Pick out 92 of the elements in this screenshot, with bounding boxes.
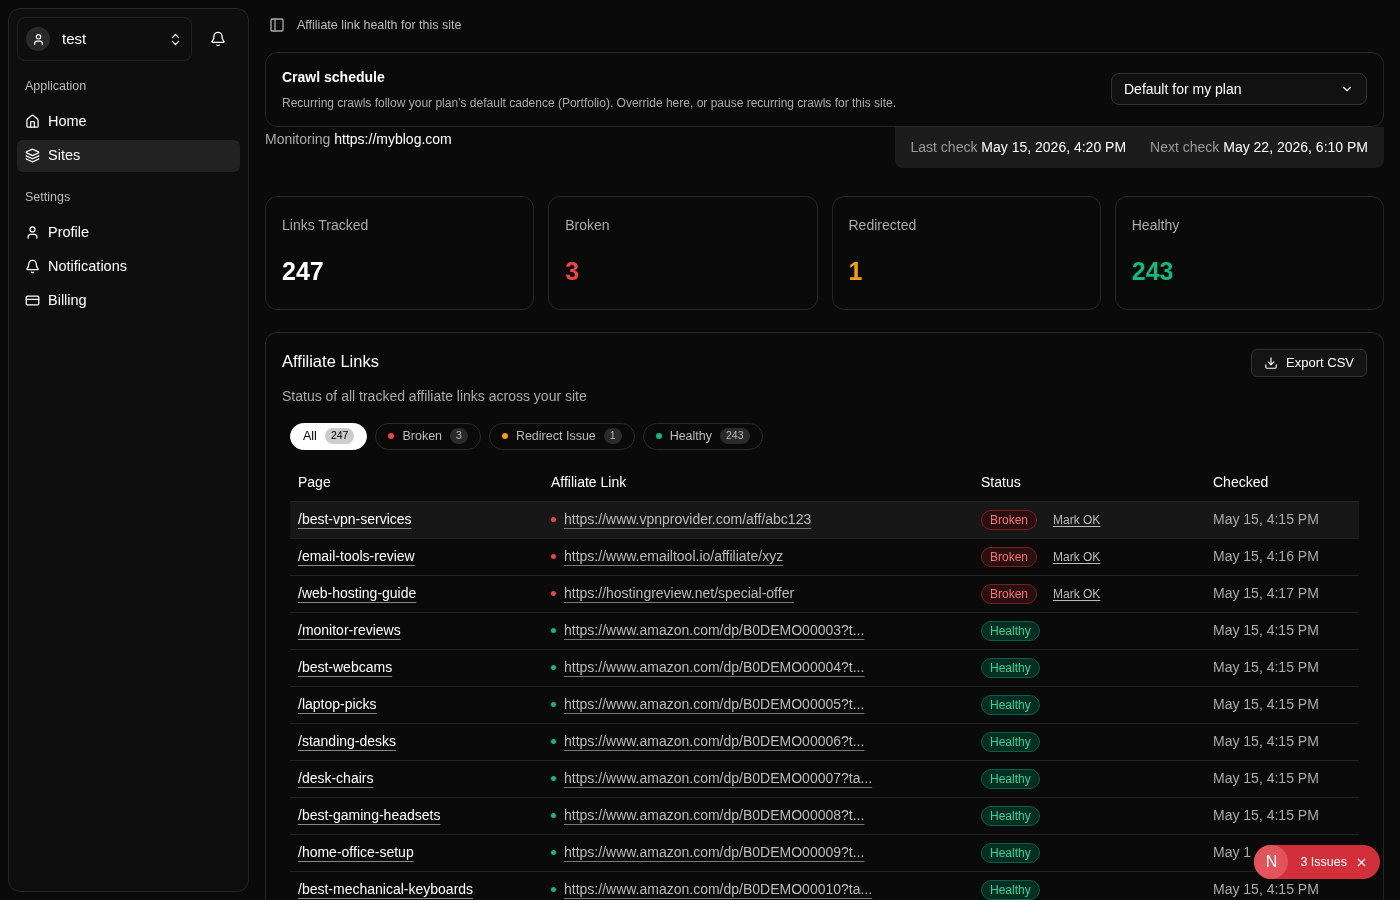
export-csv-button[interactable]: Export CSV [1251, 348, 1367, 377]
bell-icon [25, 259, 40, 274]
section-title: Settings [24, 188, 72, 206]
card-title: Crawl schedule [282, 67, 386, 87]
stat-value: 247 [282, 256, 325, 288]
page-header-title: Affiliate link health for this site [297, 17, 462, 34]
issues-label: 3 Issues [1300, 853, 1347, 871]
count-badge: 243 [720, 428, 750, 444]
affiliate-link[interactable]: https://www.emailtool.io/affiliate/xyz [564, 546, 784, 567]
status-badge: Broken [981, 546, 1038, 567]
checked-time: May 1 [1213, 843, 1252, 862]
stat-label: Redirected [848, 215, 918, 235]
filter-tab[interactable]: All 247 [290, 422, 368, 450]
mark-ok-link[interactable]: Mark OK [1053, 584, 1101, 603]
home-icon [25, 114, 40, 130]
card-icon [25, 293, 40, 308]
sidebar-item[interactable]: Home [17, 105, 240, 138]
count-badge: 3 [450, 428, 468, 444]
page-link[interactable]: /desk-chairs [298, 768, 374, 789]
column-header: Checked [1205, 463, 1359, 502]
page-link[interactable]: /standing-desks [298, 731, 397, 752]
stat-label: Broken [565, 215, 611, 235]
checked-time: May 15, 4:15 PM [1213, 732, 1319, 751]
status-badge: Healthy [981, 731, 1040, 752]
affiliate-link[interactable]: https://www.amazon.com/dp/B0DEMO00007?ta... [564, 768, 873, 789]
affiliate-link[interactable]: https://www.amazon.com/dp/B0DEMO00009?t... [564, 842, 865, 863]
affiliate-link[interactable]: https://www.amazon.com/dp/B0DEMO00006?t... [564, 731, 865, 752]
checked-time: May 15, 4:15 PM [1213, 769, 1319, 788]
status-badge: Healthy [981, 805, 1040, 826]
column-header: Status [973, 463, 1205, 502]
status-badge: Healthy [981, 842, 1040, 863]
page-link[interactable]: /laptop-picks [298, 694, 377, 715]
panel-subtitle: Status of all tracked affiliate links across your site [282, 386, 587, 406]
issues-toast[interactable]: N 3 Issues [1254, 845, 1380, 879]
page-link[interactable]: /best-gaming-headsets [298, 805, 441, 826]
affiliate-link[interactable]: https://www.amazon.com/dp/B0DEMO00005?t... [564, 694, 865, 715]
mark-ok-link[interactable]: Mark OK [1053, 510, 1101, 529]
status-badge: Healthy [981, 768, 1040, 789]
affiliate-link[interactable]: https://hostingreview.net/special-offer [564, 583, 795, 604]
status-badge: Healthy [981, 620, 1040, 641]
affiliate-link[interactable]: https://www.amazon.com/dp/B0DEMO00008?t... [564, 805, 865, 826]
download-icon [1264, 355, 1279, 370]
column-header: Affiliate Link [543, 463, 973, 502]
layers-icon [25, 148, 40, 164]
user-icon [25, 225, 40, 240]
page-link[interactable]: /monitor-reviews [298, 620, 401, 641]
status-badge: Broken [981, 583, 1038, 604]
page-link[interactable]: /best-mechanical-keyboards [298, 879, 474, 900]
affiliate-link[interactable]: https://www.amazon.com/dp/B0DEMO00010?ta... [564, 879, 873, 900]
schedule-select[interactable]: Default for my plan [1111, 73, 1367, 106]
next-check-text: Next check May 22, 2026, 6:10 PM [1150, 137, 1368, 157]
page-link[interactable]: /home-office-setup [298, 842, 414, 863]
account-switcher[interactable]: test [17, 17, 192, 61]
card-description: Recurring crawls follow your plan’s default cadence (Portfolio). Override here, or pause recurring crawls for this site. [282, 94, 897, 112]
sidebar-item[interactable]: Profile [17, 216, 240, 249]
checked-time: May 15, 4:15 PM [1213, 806, 1319, 825]
page-link[interactable]: /email-tools-review [298, 546, 415, 567]
mark-ok-link[interactable]: Mark OK [1053, 547, 1101, 566]
checked-time: May 15, 4:15 PM [1213, 880, 1319, 899]
checked-time: May 15, 4:17 PM [1213, 584, 1319, 603]
status-badge: Healthy [981, 657, 1040, 678]
sidebar-item[interactable]: Sites [17, 139, 240, 172]
panel-title: Affiliate Links [282, 350, 380, 372]
checked-time: May 15, 4:15 PM [1213, 510, 1319, 529]
count-badge: 1 [603, 428, 622, 444]
affiliate-link[interactable]: https://www.amazon.com/dp/B0DEMO00003?t... [564, 620, 865, 641]
bell-icon [210, 31, 226, 47]
checked-time: May 15, 4:15 PM [1213, 621, 1319, 640]
sidebar-item[interactable]: Billing [17, 284, 240, 317]
stat-value: 243 [1131, 256, 1175, 288]
logo-badge: N [1254, 845, 1289, 879]
checked-time: May 15, 4:15 PM [1213, 695, 1319, 714]
checked-time: May 15, 4:16 PM [1213, 547, 1319, 566]
affiliate-link[interactable]: https://www.amazon.com/dp/B0DEMO00004?t... [564, 657, 865, 678]
section-title: Application [24, 78, 88, 95]
checked-time: May 15, 4:15 PM [1213, 658, 1319, 677]
avatar-icon [26, 27, 50, 51]
page-link[interactable]: /web-hosting-guide [298, 583, 417, 604]
count-badge: 247 [324, 428, 355, 444]
stat-value: 1 [848, 256, 864, 288]
last-check-text: Last check May 15, 2026, 4:20 PM [910, 137, 1127, 157]
status-badge: Healthy [981, 879, 1040, 900]
stat-value: 3 [565, 256, 581, 288]
sidebar-item[interactable]: Notifications [17, 250, 240, 283]
status-badge: Broken [981, 509, 1038, 530]
sidebar-toggle-icon[interactable] [269, 17, 285, 34]
status-badge: Healthy [981, 694, 1040, 715]
stat-label: Links Tracked [282, 215, 370, 235]
monitoring-text: Monitoring https://myblog.com [265, 129, 452, 149]
page-link[interactable]: /best-webcams [298, 657, 393, 678]
column-header: Page [290, 463, 543, 502]
stat-label: Healthy [1131, 215, 1181, 235]
